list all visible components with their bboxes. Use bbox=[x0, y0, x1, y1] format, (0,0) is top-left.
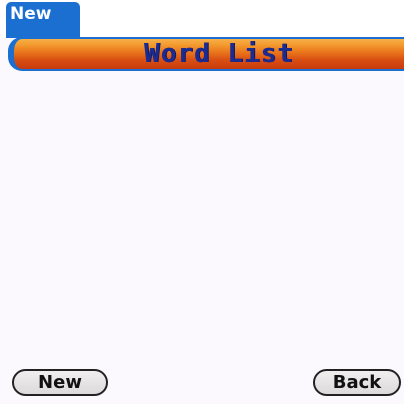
title-tab-label: New bbox=[10, 4, 52, 24]
screen: New Word List New Back bbox=[0, 0, 404, 404]
back-button-label: Back bbox=[332, 372, 382, 393]
new-button-label: New bbox=[38, 372, 82, 393]
back-button[interactable]: Back bbox=[313, 369, 401, 396]
new-button[interactable]: New bbox=[12, 369, 108, 396]
title-tab[interactable]: New bbox=[6, 2, 80, 38]
word-list-area[interactable] bbox=[8, 71, 404, 368]
page-title: Word List bbox=[144, 39, 294, 69]
title-bar: Word List bbox=[8, 37, 404, 71]
